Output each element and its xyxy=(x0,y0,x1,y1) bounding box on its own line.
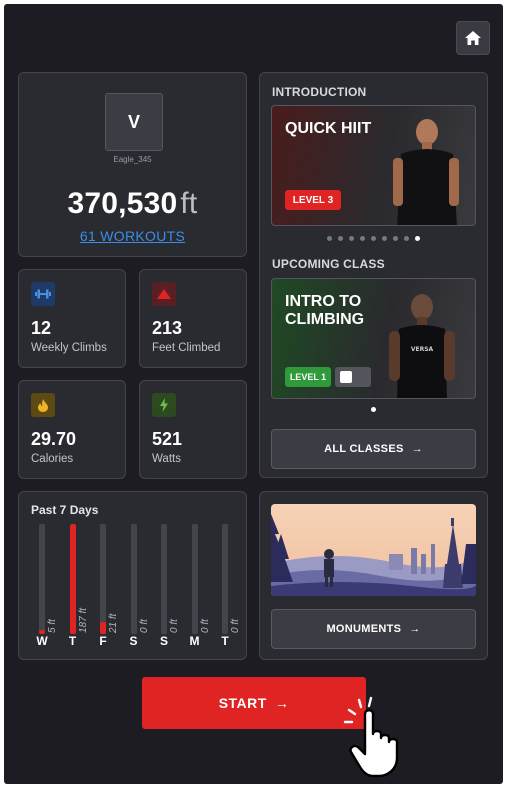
stat-card-calories: 29.70 Calories xyxy=(18,380,126,479)
stat-card-feet-climbed: 213 Feet Climbed xyxy=(139,269,247,368)
history-bar xyxy=(161,524,167,634)
level-badge: LEVEL 3 xyxy=(285,190,341,210)
history-bar-fill xyxy=(100,621,106,634)
history-day-label: W xyxy=(36,634,48,648)
start-button[interactable]: START → xyxy=(142,677,366,729)
level-badge: LEVEL 1 xyxy=(285,367,331,387)
history-bar-label: 0 ft xyxy=(199,619,211,633)
history-bar-label: 0 ft xyxy=(138,619,150,633)
arrow-right-icon: → xyxy=(274,695,290,711)
svg-text:VERSA: VERSA xyxy=(411,346,434,353)
carousel-dot[interactable] xyxy=(393,236,398,241)
class-title-line-1: INTRO TO xyxy=(285,293,362,310)
history-bar-label: 187 ft xyxy=(77,607,89,633)
avatar[interactable]: V xyxy=(105,93,163,151)
lightning-icon xyxy=(152,393,176,417)
history-day-label: F xyxy=(99,634,107,648)
stat-label: Feet Climbed xyxy=(152,342,221,354)
carousel-dot[interactable] xyxy=(360,236,365,241)
history-day-label: S xyxy=(159,634,168,648)
history-bar-fill xyxy=(69,524,76,634)
arrow-right-icon: → xyxy=(411,443,423,455)
username: Eagle_345 xyxy=(113,155,152,164)
introduction-carousel-dots[interactable] xyxy=(260,236,487,241)
history-bar-label: 5 ft xyxy=(47,619,58,633)
workouts-link[interactable]: 61 WORKOUTS xyxy=(19,228,246,244)
carousel-dot[interactable] xyxy=(338,236,343,241)
stat-label: Calories xyxy=(31,453,74,465)
stat-value: 213 xyxy=(152,318,183,338)
quick-hiit-class-card[interactable]: QUICK HIIT LEVEL 3 xyxy=(271,105,476,226)
monuments-label: MONUMENTS xyxy=(326,623,402,635)
upcoming-carousel-dots[interactable] xyxy=(260,407,487,412)
stat-card-weekly-climbs: 12 Weekly Climbs xyxy=(18,269,126,368)
total-distance: 370,530 ft xyxy=(19,187,246,221)
app-screen: V Eagle_345 370,530 ft 61 WORKOUTS 12 Wee… xyxy=(4,4,503,784)
history-day-label: M xyxy=(189,634,200,648)
instructor-photo: VERSA xyxy=(389,294,455,398)
intro-to-climbing-class-card[interactable]: VERSA INTRO TO CLIMBING LEVEL 1 xyxy=(271,278,476,399)
dumbbell-icon xyxy=(31,282,55,306)
distance-unit: ft xyxy=(180,187,198,220)
history-bar xyxy=(222,524,228,634)
mountain-icon xyxy=(152,282,176,306)
toggle-knob xyxy=(340,371,352,383)
class-toggle[interactable] xyxy=(335,367,371,387)
stat-card-watts: 521 Watts xyxy=(139,380,247,479)
past-7-days-card: Past 7 Days 5 ft W 187 ft T 21 ft F 0 ft S 0 ft S… xyxy=(18,491,247,660)
history-day-label: T xyxy=(221,634,229,648)
introduction-title: INTRODUCTION xyxy=(272,85,367,99)
carousel-dot[interactable] xyxy=(382,236,387,241)
carousel-dot[interactable] xyxy=(404,236,409,241)
history-bar-label: 0 ft xyxy=(169,619,180,633)
history-day-label: S xyxy=(129,634,138,648)
instructor-photo xyxy=(393,119,459,225)
history-title: Past 7 Days xyxy=(31,503,99,517)
class-title-line-2: CLIMBING xyxy=(285,311,365,328)
start-label: START xyxy=(218,695,267,711)
carousel-dot[interactable] xyxy=(371,407,376,412)
class-title: QUICK HIIT xyxy=(285,120,372,137)
all-classes-button[interactable]: ALL CLASSES → xyxy=(271,429,476,469)
history-bar xyxy=(69,524,76,634)
flame-icon xyxy=(31,393,55,417)
distance-value: 370,530 xyxy=(67,187,178,220)
stat-value: 29.70 xyxy=(31,429,77,449)
classes-card: INTRODUCTION QUICK HIIT LEVEL 3 UPCOMING… xyxy=(259,72,488,478)
stat-label: Weekly Climbs xyxy=(31,342,107,354)
carousel-dot[interactable] xyxy=(415,236,420,241)
stat-label: Watts xyxy=(152,453,181,465)
monuments-button[interactable]: MONUMENTS → xyxy=(271,609,476,649)
history-day-label: T xyxy=(68,634,77,648)
history-bar xyxy=(130,524,137,634)
carousel-dot[interactable] xyxy=(327,236,332,241)
arrow-right-icon: → xyxy=(409,623,421,635)
carousel-dot[interactable] xyxy=(349,236,354,241)
history-bar-label: 0 ft xyxy=(230,619,241,633)
class-title: INTRO TO CLIMBING xyxy=(285,293,364,329)
home-button[interactable] xyxy=(456,21,490,55)
stat-value: 521 xyxy=(152,429,183,449)
avatar-initial: V xyxy=(127,111,140,132)
carousel-dot[interactable] xyxy=(371,236,376,241)
monuments-card: MONUMENTS → xyxy=(259,491,488,660)
profile-card: V Eagle_345 370,530 ft 61 WORKOUTS xyxy=(18,72,247,257)
history-bar-label: 21 ft xyxy=(108,613,119,633)
tap-hand-icon xyxy=(343,696,399,778)
monuments-illustration[interactable] xyxy=(271,504,476,596)
history-bar xyxy=(39,524,45,634)
upcoming-class-title: UPCOMING CLASS xyxy=(272,257,385,271)
history-bar xyxy=(191,524,198,634)
home-icon xyxy=(465,31,481,45)
history-bar xyxy=(100,524,106,634)
all-classes-label: ALL CLASSES xyxy=(324,443,404,455)
stat-value: 12 xyxy=(31,318,52,338)
